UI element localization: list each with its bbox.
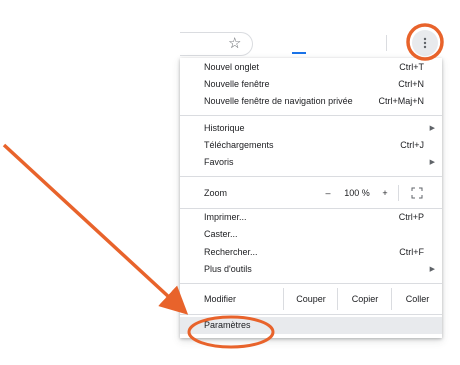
menu-item-new-tab[interactable]: Nouvel onglet Ctrl+T	[180, 59, 442, 76]
menu-divider	[180, 176, 442, 177]
menu-item-incognito[interactable]: Nouvelle fenêtre de navigation privée Ct…	[180, 93, 442, 110]
zoom-label: Zoom	[204, 188, 228, 198]
shortcut-label: Ctrl+Maj+N	[378, 96, 424, 106]
zoom-out-button[interactable]: –	[321, 180, 335, 206]
menu-item-more-tools[interactable]: Plus d'outils ▶	[180, 261, 442, 278]
menu-divider	[180, 314, 442, 315]
menu-item-bookmarks[interactable]: Favoris ▶	[180, 154, 442, 171]
menu-item-label: Nouvel onglet	[204, 62, 260, 72]
menu-item-label: Nouvelle fenêtre de navigation privée	[204, 96, 353, 106]
shortcut-label: Ctrl+N	[398, 79, 424, 89]
submenu-arrow-icon: ▶	[429, 125, 435, 132]
address-bar[interactable]: ☆	[180, 32, 253, 56]
menu-item-label: Historique	[204, 123, 245, 133]
annotation-arrow	[2, 143, 189, 315]
shortcut-label: Ctrl+F	[399, 247, 424, 257]
menu-item-label: Téléchargements	[204, 140, 274, 150]
shortcut-label: Ctrl+P	[398, 212, 424, 222]
shortcut-label: Ctrl+T	[399, 62, 424, 72]
menu-item-edit: Modifier Couper Copier Coller	[180, 288, 442, 310]
menu-divider	[180, 283, 442, 284]
menu-item-label: Favoris	[204, 157, 234, 167]
menu-item-print[interactable]: Imprimer... Ctrl+P	[180, 209, 442, 226]
browser-toolbar: ☆	[180, 28, 460, 58]
kebab-menu-button[interactable]	[412, 30, 438, 56]
menu-item-downloads[interactable]: Téléchargements Ctrl+J	[180, 137, 442, 154]
shortcut-label: Ctrl+J	[400, 140, 424, 150]
edit-label: Modifier	[204, 294, 237, 304]
loading-indicator	[292, 52, 306, 54]
submenu-arrow-icon: ▶	[429, 266, 435, 273]
menu-item-history[interactable]: Historique ▶	[180, 120, 442, 137]
zoom-level: 100 %	[344, 188, 370, 198]
copy-button[interactable]: Copier	[337, 288, 392, 310]
menu-item-label: Paramètres	[204, 320, 251, 330]
menu-item-label: Nouvelle fenêtre	[204, 79, 270, 89]
menu-item-new-window[interactable]: Nouvelle fenêtre Ctrl+N	[180, 76, 442, 93]
menu-item-zoom: Zoom – 100 % +	[180, 180, 442, 206]
menu-divider	[180, 115, 442, 116]
submenu-arrow-icon: ▶	[429, 159, 435, 166]
chrome-menu: Nouvel onglet Ctrl+T Nouvelle fenêtre Ct…	[180, 58, 442, 338]
fullscreen-icon[interactable]	[411, 187, 423, 199]
cut-button[interactable]: Couper	[283, 288, 338, 310]
menu-item-label: Caster...	[204, 229, 238, 239]
toolbar-divider	[386, 35, 387, 51]
menu-item-find[interactable]: Rechercher... Ctrl+F	[180, 244, 442, 261]
kebab-menu-icon	[423, 37, 427, 49]
menu-item-cast[interactable]: Caster...	[180, 226, 442, 243]
zoom-in-button[interactable]: +	[378, 180, 392, 206]
menu-item-settings[interactable]: Paramètres	[180, 317, 442, 334]
menu-item-label: Plus d'outils	[204, 264, 252, 274]
star-icon[interactable]: ☆	[228, 34, 241, 54]
zoom-divider	[398, 185, 399, 201]
paste-button[interactable]: Coller	[391, 288, 443, 310]
menu-item-label: Rechercher...	[204, 247, 258, 257]
menu-item-label: Imprimer...	[204, 212, 247, 222]
